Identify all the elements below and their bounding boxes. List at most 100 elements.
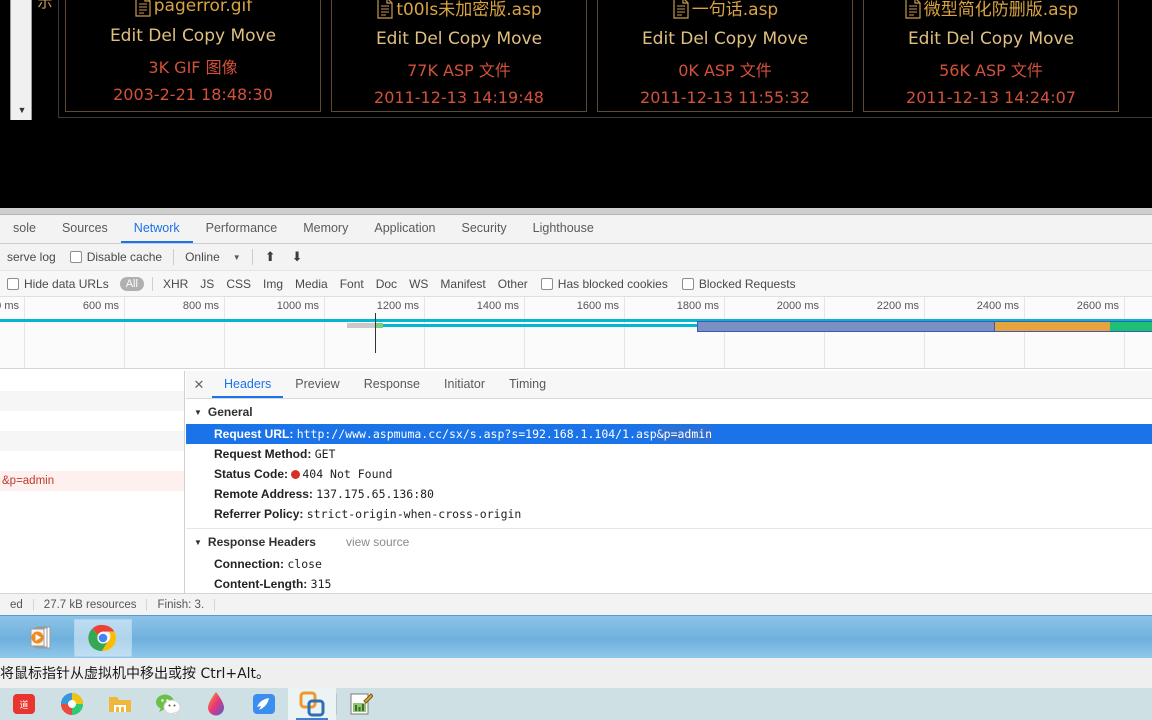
request-row[interactable] (0, 451, 184, 471)
header-row-referrer-policy[interactable]: Referrer Policy: strict-origin-when-cros… (186, 504, 1152, 524)
file-date: 2011-12-13 11:55:32 (640, 88, 810, 107)
tab-preview[interactable]: Preview (283, 371, 351, 398)
devtools-status-bar: ed 27.7 kB resources Finish: 3. (0, 593, 1152, 615)
request-row[interactable] (0, 391, 184, 411)
tab-sources[interactable]: Sources (49, 215, 121, 243)
filter-type-img[interactable]: Img (257, 277, 289, 291)
taskbar-icon-editor[interactable] (337, 688, 385, 720)
header-row-content-length[interactable]: Content-Length: 315 (186, 574, 1152, 593)
has-blocked-cookies-option[interactable]: Has blocked cookies (534, 277, 675, 291)
scroll-down-arrow-icon[interactable]: ▼ (11, 102, 33, 118)
header-value: strict-origin-when-cross-origin (306, 507, 522, 521)
header-value: 137.175.65.136:80 (316, 487, 434, 501)
file-actions[interactable]: Edit Del Copy Move (598, 29, 852, 49)
tab-performance[interactable]: Performance (193, 215, 291, 243)
throttling-select[interactable]: Online ▼ (178, 250, 248, 264)
hide-data-urls-checkbox[interactable] (7, 277, 19, 290)
file-card[interactable]: 微型简化防删版.asp Edit Del Copy Move 56K ASP 文… (863, 0, 1119, 112)
file-name-row: 微型简化防删版.asp (864, 0, 1118, 20)
webshell-page: ▼ 示 pagerror.gif Edit Del Copy Move 3K G… (0, 0, 1152, 208)
tab-network[interactable]: Network (120, 215, 193, 243)
header-row-request-url[interactable]: Request URL: http://www.aspmuma.cc/sx/s.… (186, 424, 1152, 444)
waterfall-bar-download (1110, 321, 1152, 332)
request-list[interactable]: &p=admin (0, 371, 185, 593)
vm-message-bar: 将鼠标指针从虚拟机中移出或按 Ctrl+Alt。 (0, 658, 1152, 688)
status-finish-time: Finish: 3. (147, 598, 216, 611)
tab-application[interactable]: Application (361, 215, 448, 243)
tab-headers[interactable]: Headers (212, 371, 284, 398)
export-har-icon[interactable]: ⬇ (284, 249, 311, 265)
preserve-log-option[interactable]: serve log (0, 250, 63, 264)
triangle-down-icon[interactable]: ▼ (194, 538, 202, 547)
triangle-down-icon[interactable]: ▼ (194, 408, 202, 417)
response-headers-section-header[interactable]: ▼ Response Headers view source (186, 529, 1152, 554)
filter-type-css[interactable]: CSS (220, 277, 257, 291)
hide-data-urls-option[interactable]: Hide data URLs (0, 277, 116, 291)
page-scrollbar[interactable]: ▼ (10, 0, 32, 120)
tab-console[interactable]: sole (0, 215, 49, 243)
file-card[interactable]: 一句话.asp Edit Del Copy Move 0K ASP 文件 201… (597, 0, 853, 112)
blocked-requests-checkbox[interactable] (681, 277, 694, 290)
taskbar-icon-ink-app[interactable] (192, 688, 240, 720)
taskbar-icon-thunder[interactable] (240, 688, 288, 720)
tab-timing[interactable]: Timing (497, 371, 558, 398)
has-blocked-cookies-checkbox[interactable] (540, 277, 553, 290)
tab-lighthouse[interactable]: Lighthouse (520, 215, 607, 243)
taskbar-icon-vmware[interactable] (288, 688, 336, 720)
close-icon[interactable]: ✕ (186, 371, 212, 398)
hide-data-urls-label: Hide data URLs (24, 276, 109, 291)
tab-security[interactable]: Security (449, 215, 520, 243)
filter-type-doc[interactable]: Doc (370, 277, 403, 291)
waterfall-bar-waiting (995, 321, 1110, 332)
vm-taskbar-media-player-button[interactable] (14, 619, 72, 657)
view-source-link[interactable]: view source (346, 535, 409, 549)
header-row-connection[interactable]: Connection: close (186, 554, 1152, 574)
filter-type-other[interactable]: Other (492, 277, 534, 291)
network-toolbar: serve log Disable cache Online ▼ ⬆ ⬇ (0, 244, 1152, 271)
taskbar-icon-wechat[interactable] (144, 688, 192, 720)
filter-type-js[interactable]: JS (194, 277, 220, 291)
file-date: 2003-2-21 18:48:30 (113, 85, 273, 104)
filter-type-manifest[interactable]: Manifest (434, 277, 491, 291)
chevron-down-icon[interactable]: ▼ (233, 253, 241, 262)
filter-type-all[interactable]: All (119, 276, 144, 291)
general-section-header[interactable]: ▼ General (186, 399, 1152, 424)
taskbar-icon-file-explorer[interactable] (96, 688, 144, 720)
disable-cache-option[interactable]: Disable cache (63, 250, 169, 264)
request-row-error[interactable]: &p=admin (0, 471, 184, 491)
header-key: Referrer Policy: (214, 507, 304, 521)
import-har-icon[interactable]: ⬆ (257, 249, 284, 265)
file-actions[interactable]: Edit Del Copy Move (864, 29, 1118, 49)
file-actions[interactable]: Edit Del Copy Move (66, 26, 320, 46)
taskbar-icon-360-browser[interactable] (48, 688, 96, 720)
request-row[interactable] (0, 411, 184, 431)
header-row-status-code[interactable]: Status Code: 404 Not Found (186, 464, 1152, 484)
taskbar-icon-youdao[interactable]: 道 (0, 688, 48, 720)
file-card[interactable]: t00ls未加密版.asp Edit Del Copy Move 77K ASP… (331, 0, 587, 112)
file-name: 微型简化防删版.asp (923, 0, 1079, 20)
request-row[interactable] (0, 491, 184, 511)
file-name: 一句话.asp (691, 0, 779, 20)
header-row-request-method[interactable]: Request Method: GET (186, 444, 1152, 464)
toolbar-divider (251, 249, 253, 265)
file-card[interactable]: pagerror.gif Edit Del Copy Move 3K GIF 图… (65, 0, 321, 112)
blocked-requests-option[interactable]: Blocked Requests (675, 277, 803, 291)
filter-type-media[interactable]: Media (289, 277, 334, 291)
filter-type-xhr[interactable]: XHR (157, 277, 194, 291)
wechat-icon (156, 694, 181, 716)
request-row[interactable] (0, 431, 184, 451)
vm-taskbar-chrome-button[interactable] (74, 619, 132, 657)
file-actions[interactable]: Edit Del Copy Move (332, 29, 586, 49)
tab-response[interactable]: Response (352, 371, 432, 398)
file-date: 2011-12-13 14:24:07 (906, 88, 1076, 107)
filter-type-ws[interactable]: WS (403, 277, 434, 291)
request-row[interactable] (0, 371, 184, 391)
filter-type-font[interactable]: Font (334, 277, 370, 291)
tab-initiator[interactable]: Initiator (432, 371, 497, 398)
header-row-remote-address[interactable]: Remote Address: 137.175.65.136:80 (186, 484, 1152, 504)
status-resources-size: 27.7 kB resources (34, 598, 148, 611)
network-timeline-overview[interactable]: 0 ms 600 ms 800 ms 1000 ms 1200 ms 1400 … (0, 297, 1152, 369)
disable-cache-checkbox[interactable] (69, 251, 82, 263)
filter-divider (151, 276, 153, 291)
tab-memory[interactable]: Memory (290, 215, 361, 243)
